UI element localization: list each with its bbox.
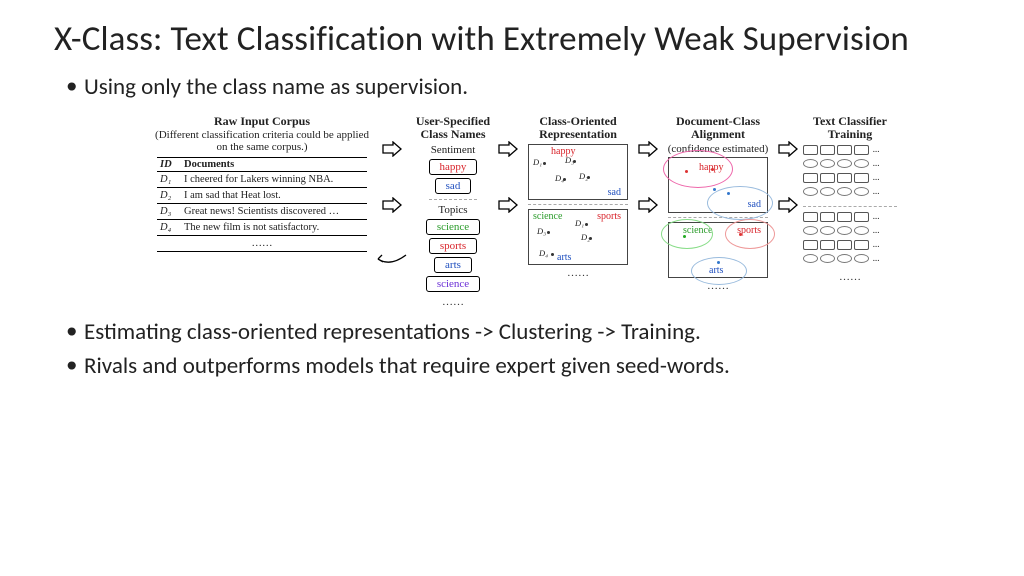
corpus-table: IDDocuments D₁I cheered for Lakers winni…: [157, 157, 367, 252]
layer-dots: …: [871, 186, 879, 197]
arrow-col-1: [376, 115, 408, 265]
layer-dots: …: [871, 239, 879, 250]
col-raw-corpus: Raw Input Corpus (Different classificati…: [152, 115, 372, 253]
bullet-3: Rivals and outperforms models that requi…: [66, 352, 970, 381]
col-classifier-training: Text Classifier Training … … … … … … … ……: [802, 115, 898, 284]
table-row-dots: ……: [157, 236, 367, 252]
ellipsis: ……: [442, 296, 464, 308]
layer-dots: …: [871, 211, 879, 222]
arrow-right-icon: [778, 141, 798, 157]
bullet-1: Using only the class name as supervision…: [66, 73, 970, 102]
arrow-loop-icon: [372, 253, 408, 265]
bullet-2: Estimating class-oriented representation…: [66, 318, 970, 347]
panel-label: science: [533, 211, 562, 222]
rep-panel-top: happy sad D₁ D₃ D₄ D₂: [528, 144, 628, 200]
th-id: ID: [157, 158, 181, 172]
point-label: D₁: [533, 157, 542, 167]
arrow-right-icon: [382, 197, 402, 213]
ellipsis: ……: [567, 267, 589, 279]
ellipsis: ……: [839, 271, 861, 283]
panel-label: sad: [608, 187, 621, 198]
pipeline-figure: Raw Input Corpus (Different classificati…: [152, 115, 932, 308]
class-box: science: [426, 219, 480, 235]
group-label-topics: Topics: [438, 204, 467, 216]
layer-dots: …: [871, 253, 879, 264]
point-label: D₃: [537, 226, 546, 236]
corpus-header: Raw Input Corpus: [214, 115, 310, 129]
network-diagram: … … … …: [803, 211, 897, 269]
align-header: Document-Class Alignment: [662, 115, 774, 143]
table-row: D₂I am sad that Heat lost.: [157, 188, 367, 204]
col-alignment: Document-Class Alignment (confidence est…: [662, 115, 774, 293]
class-box: sad: [435, 178, 472, 194]
class-box: science: [426, 276, 480, 292]
panel-label: arts: [557, 252, 571, 263]
table-row: D₄The new film is not satisfactory.: [157, 220, 367, 236]
panel-label: sports: [597, 211, 621, 222]
table-row: D₃Great news! Scientists discovered …: [157, 204, 367, 220]
point-label: D₄: [539, 248, 548, 258]
rep-header: Class-Oriented Representation: [522, 115, 634, 143]
class-box: arts: [434, 257, 472, 273]
rep-panel-bot: science sports arts D₁ D₂ D₃ D₄: [528, 209, 628, 265]
arrow-col-4: [778, 115, 798, 213]
layer-dots: …: [871, 144, 879, 155]
arrow-right-icon: [778, 197, 798, 213]
arrow-right-icon: [382, 141, 402, 157]
point-label: D₁: [575, 218, 584, 228]
arrow-col-2: [498, 115, 518, 213]
arrow-right-icon: [498, 197, 518, 213]
arrow-right-icon: [638, 197, 658, 213]
col-class-names: User-Specified Class Names Sentiment hap…: [412, 115, 494, 308]
arrow-right-icon: [638, 141, 658, 157]
align-panel-top: happy sad: [668, 157, 768, 213]
th-doc: Documents: [181, 158, 367, 172]
network-diagram: … … … …: [803, 144, 897, 202]
group-label-sentiment: Sentiment: [431, 144, 476, 156]
col-representation: Class-Oriented Representation happy sad …: [522, 115, 634, 280]
class-box: sports: [429, 238, 477, 254]
train-header: Text Classifier Training: [802, 115, 898, 143]
corpus-sub: (Different classification criteria could…: [152, 129, 372, 153]
slide-title: X-Class: Text Classification with Extrem…: [54, 20, 970, 59]
classnames-header: User-Specified Class Names: [412, 115, 494, 143]
layer-dots: …: [871, 158, 879, 169]
layer-dots: …: [871, 225, 879, 236]
arrow-right-icon: [498, 141, 518, 157]
align-panel-bot: science sports arts: [668, 222, 768, 278]
class-box: happy: [429, 159, 478, 175]
table-row: D₁I cheered for Lakers winning NBA.: [157, 172, 367, 188]
arrow-col-3: [638, 115, 658, 213]
layer-dots: …: [871, 172, 879, 183]
